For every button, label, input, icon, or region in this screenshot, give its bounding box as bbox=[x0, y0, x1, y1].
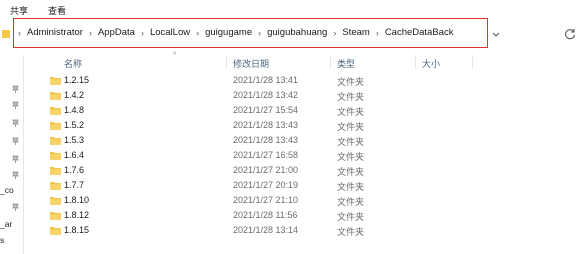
breadcrumb: › Administrator › AppData › LocalLow › g… bbox=[18, 27, 453, 38]
pin-icon[interactable] bbox=[12, 203, 19, 211]
file-row[interactable]: 1.4.2 2021/1/28 13:42 文件夹 bbox=[40, 88, 460, 103]
file-name: 1.8.12 bbox=[64, 210, 90, 220]
file-name: 1.2.15 bbox=[64, 75, 90, 85]
column-divider[interactable] bbox=[330, 55, 331, 69]
column-name[interactable]: 名称 bbox=[64, 57, 82, 70]
column-divider[interactable] bbox=[472, 55, 473, 69]
file-row[interactable]: 1.6.4 2021/1/27 16:58 文件夹 bbox=[40, 148, 460, 163]
folder-icon bbox=[50, 92, 61, 100]
file-type: 文件夹 bbox=[337, 77, 365, 87]
pin-icon[interactable] bbox=[12, 101, 19, 109]
file-date: 2021/1/28 13:41 bbox=[233, 75, 299, 85]
chevron-right-icon[interactable]: › bbox=[196, 28, 199, 38]
chevron-right-icon[interactable]: › bbox=[89, 28, 92, 38]
chevron-right-icon[interactable]: › bbox=[18, 28, 21, 38]
pin-icon[interactable] bbox=[12, 155, 19, 163]
file-type: 文件夹 bbox=[337, 212, 365, 222]
file-date: 2021/1/27 20:19 bbox=[233, 180, 299, 190]
file-date: 2021/1/28 13:43 bbox=[233, 135, 299, 145]
pin-icon[interactable] bbox=[12, 85, 19, 93]
folder-icon bbox=[50, 107, 61, 115]
folder-icon bbox=[50, 122, 61, 130]
file-name: 1.4.8 bbox=[64, 105, 85, 115]
file-date: 2021/1/27 16:58 bbox=[233, 150, 299, 160]
file-row[interactable]: 1.8.12 2021/1/28 11:56 文件夹 bbox=[40, 208, 460, 223]
file-row[interactable]: 1.7.6 2021/1/27 21:00 文件夹 bbox=[40, 163, 460, 178]
file-row[interactable]: 1.7.7 2021/1/27 20:19 文件夹 bbox=[40, 178, 460, 193]
file-date: 2021/1/28 11:56 bbox=[233, 210, 298, 220]
file-type: 文件夹 bbox=[337, 167, 365, 177]
file-date: 2021/1/27 21:10 bbox=[233, 195, 299, 205]
menu-view[interactable]: 查看 bbox=[48, 4, 66, 17]
file-type: 文件夹 bbox=[337, 227, 365, 237]
file-row[interactable]: 1.8.15 2021/1/28 13:14 文件夹 bbox=[40, 223, 460, 238]
folder-icon bbox=[50, 167, 61, 175]
chevron-right-icon[interactable]: › bbox=[141, 28, 144, 38]
folder-icon bbox=[50, 197, 61, 205]
folder-icon bbox=[50, 77, 61, 85]
address-folder-icon bbox=[0, 25, 12, 43]
file-date: 2021/1/28 13:42 bbox=[233, 90, 299, 100]
folder-icon bbox=[50, 137, 61, 145]
folder-icon bbox=[50, 182, 61, 190]
breadcrumb-item[interactable]: LocalLow bbox=[150, 27, 190, 38]
file-name: 1.6.4 bbox=[64, 150, 85, 160]
file-type: 文件夹 bbox=[337, 92, 365, 102]
file-date: 2021/1/27 21:00 bbox=[233, 165, 299, 175]
pin-icon[interactable] bbox=[12, 137, 19, 145]
sort-up-icon: ^ bbox=[173, 52, 177, 59]
menu-share[interactable]: 共享 bbox=[10, 4, 28, 17]
breadcrumb-item[interactable]: AppData bbox=[98, 27, 135, 38]
file-name: 1.7.7 bbox=[64, 180, 85, 190]
column-type[interactable]: 类型 bbox=[337, 57, 355, 70]
file-row[interactable]: 1.2.15 2021/1/28 13:41 文件夹 bbox=[40, 73, 460, 88]
column-header: ^ 名称 修改日期 类型 大小 bbox=[40, 52, 584, 70]
file-name: 1.5.2 bbox=[64, 120, 85, 130]
file-date: 2021/1/27 15:54 bbox=[233, 105, 299, 115]
file-type: 文件夹 bbox=[337, 122, 365, 132]
folder-icon bbox=[50, 152, 61, 160]
file-name: 1.8.10 bbox=[64, 195, 90, 205]
address-dropdown-icon[interactable] bbox=[491, 30, 501, 40]
column-size[interactable]: 大小 bbox=[422, 57, 440, 70]
column-divider[interactable] bbox=[415, 55, 416, 69]
file-row[interactable]: 1.5.2 2021/1/28 13:43 文件夹 bbox=[40, 118, 460, 133]
nav-item-clipped[interactable]: _ar bbox=[0, 219, 12, 229]
chevron-right-icon[interactable]: › bbox=[376, 28, 379, 38]
file-type: 文件夹 bbox=[337, 197, 365, 207]
refresh-icon[interactable] bbox=[563, 27, 577, 41]
navigation-pane: _co _ar s bbox=[0, 55, 22, 254]
breadcrumb-item[interactable]: guigubahuang bbox=[267, 27, 327, 38]
file-type: 文件夹 bbox=[337, 152, 365, 162]
pin-icon[interactable] bbox=[12, 119, 19, 127]
file-name: 1.4.2 bbox=[64, 90, 85, 100]
file-name: 1.7.6 bbox=[64, 165, 85, 175]
pin-icon[interactable] bbox=[12, 171, 19, 179]
chevron-right-icon[interactable]: › bbox=[333, 28, 336, 38]
file-date: 2021/1/28 13:14 bbox=[233, 225, 299, 235]
ribbon-menu: 共享 查看 bbox=[0, 0, 584, 18]
nav-item-clipped[interactable]: s bbox=[0, 235, 4, 245]
breadcrumb-item[interactable]: guigugame bbox=[205, 27, 252, 38]
file-type: 文件夹 bbox=[337, 107, 365, 117]
address-bar[interactable]: › Administrator › AppData › LocalLow › g… bbox=[13, 18, 488, 48]
file-row[interactable]: 1.5.3 2021/1/28 13:43 文件夹 bbox=[40, 133, 460, 148]
file-type: 文件夹 bbox=[337, 137, 365, 147]
nav-item-clipped[interactable]: _co bbox=[0, 185, 14, 195]
breadcrumb-item[interactable]: Steam bbox=[342, 27, 369, 38]
file-name: 1.8.15 bbox=[64, 225, 90, 235]
breadcrumb-item[interactable]: Administrator bbox=[27, 27, 83, 38]
column-divider[interactable] bbox=[226, 55, 227, 69]
file-row[interactable]: 1.8.10 2021/1/27 21:10 文件夹 bbox=[40, 193, 460, 208]
folder-icon bbox=[50, 227, 61, 235]
chevron-right-icon[interactable]: › bbox=[258, 28, 261, 38]
file-name: 1.5.3 bbox=[64, 135, 85, 145]
breadcrumb-item[interactable]: CacheDataBack bbox=[385, 27, 454, 38]
file-date: 2021/1/28 13:43 bbox=[233, 120, 299, 130]
folder-icon bbox=[50, 212, 61, 220]
column-modified[interactable]: 修改日期 bbox=[233, 57, 269, 70]
file-type: 文件夹 bbox=[337, 182, 365, 192]
pane-divider[interactable] bbox=[23, 55, 24, 254]
file-row[interactable]: 1.4.8 2021/1/27 15:54 文件夹 bbox=[40, 103, 460, 118]
